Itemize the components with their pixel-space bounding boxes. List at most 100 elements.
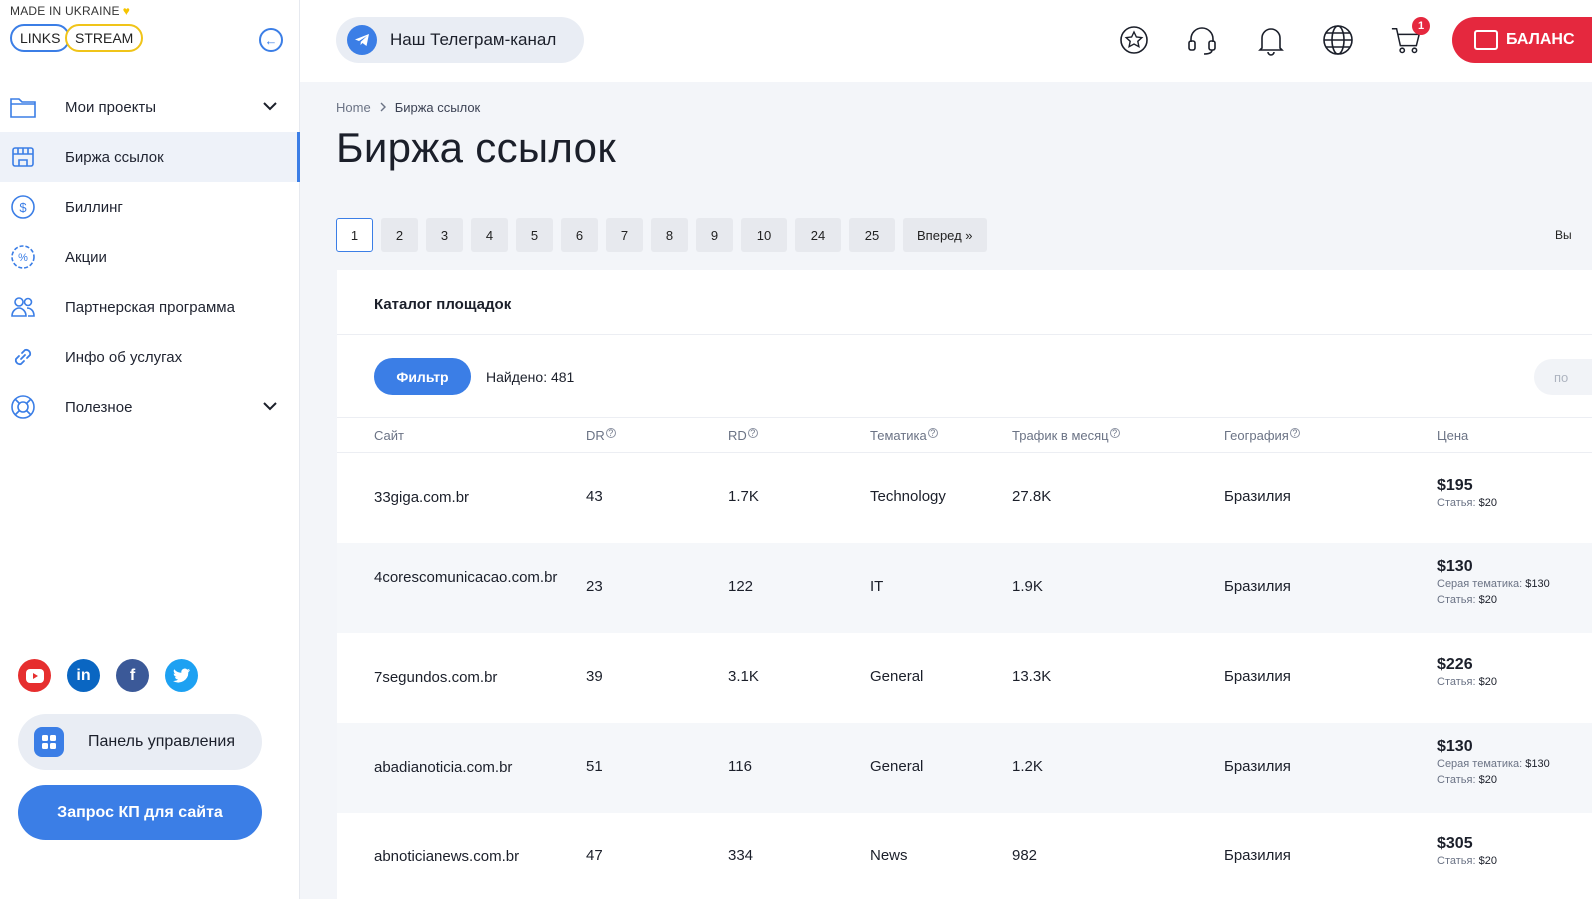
sidebar-item-partners[interactable]: Партнерская программа: [0, 282, 300, 332]
link-icon: [10, 344, 36, 370]
page-button-1[interactable]: 1: [336, 218, 373, 252]
table-row[interactable]: abnoticianews.com.br 47 334 News 982 Бра…: [337, 813, 1592, 899]
chevron-right-icon: [379, 100, 387, 115]
price-note-label: Серая тематика:: [1437, 578, 1523, 590]
column-price[interactable]: Цена: [1437, 428, 1468, 443]
table-row[interactable]: 7segundos.com.br 39 3.1K General 13.3K Б…: [337, 633, 1592, 723]
search-input[interactable]: по: [1534, 359, 1592, 395]
page-button-8[interactable]: 8: [651, 218, 688, 252]
price-block: $130 Серая тематика: $130 Статья: $20: [1437, 738, 1550, 788]
telegram-label: Наш Телеграм-канал: [390, 30, 557, 49]
sidebar-item-label: Полезное: [65, 398, 133, 416]
sidebar-item-link-exchange[interactable]: Биржа ссылок: [0, 132, 300, 182]
column-dr[interactable]: DR?: [586, 428, 616, 443]
next-page-button[interactable]: Вперед »: [903, 218, 987, 252]
facebook-icon[interactable]: f: [116, 659, 149, 692]
chevron-down-icon[interactable]: [262, 98, 278, 116]
help-icon[interactable]: ?: [605, 428, 616, 438]
dollar-icon: $: [10, 194, 36, 220]
table-row[interactable]: abadianoticia.com.br 51 116 General 1.2K…: [337, 723, 1592, 813]
geo-value: Бразилия: [1224, 488, 1291, 505]
control-panel-button[interactable]: Панель управления: [18, 714, 262, 770]
request-quote-button[interactable]: Запрос КП для сайта: [18, 785, 262, 840]
filter-button[interactable]: Фильтр: [374, 358, 471, 395]
bell-icon[interactable]: [1255, 22, 1287, 58]
catalog-title: Каталог площадок: [374, 296, 512, 313]
chevron-down-icon[interactable]: [262, 398, 278, 416]
column-geo-label: География: [1224, 428, 1289, 443]
site-name[interactable]: abadianoticia.com.br: [374, 758, 574, 778]
price-note-label: Статья:: [1437, 497, 1476, 509]
topic-value: IT: [870, 578, 884, 595]
breadcrumb-home[interactable]: Home: [336, 100, 371, 115]
balance-button[interactable]: БАЛАНС: [1452, 17, 1592, 63]
sidebar-item-label: Биржа ссылок: [65, 148, 164, 166]
telegram-channel-button[interactable]: Наш Телеграм-канал: [336, 17, 584, 63]
sidebar-item-services-info[interactable]: Инфо об услугах: [0, 332, 300, 382]
help-icon[interactable]: ?: [747, 428, 758, 438]
sidebar-item-projects[interactable]: Мои проекты: [0, 82, 300, 132]
linkedin-icon[interactable]: in: [67, 659, 100, 692]
column-rd-label: RD: [728, 428, 747, 443]
price-note: Статья: $20: [1437, 853, 1497, 869]
sidebar: MADE IN UKRAINE ♥ LINKS STREAM ← Мои прое…: [0, 0, 300, 899]
price-note-label: Статья:: [1437, 676, 1476, 688]
price-note-value: $20: [1478, 774, 1497, 786]
sidebar-item-label: Партнерская программа: [65, 298, 235, 316]
sidebar-item-useful[interactable]: Полезное: [0, 382, 300, 432]
truncated-control-label[interactable]: Вы: [1555, 228, 1572, 242]
column-geo[interactable]: География?: [1224, 428, 1300, 443]
sidebar-item-billing[interactable]: $ Биллинг: [0, 182, 300, 232]
price-note-value: $20: [1478, 855, 1497, 867]
column-dr-label: DR: [586, 428, 605, 443]
page-button-9[interactable]: 9: [696, 218, 733, 252]
page-button-24[interactable]: 24: [795, 218, 841, 252]
help-icon[interactable]: ?: [927, 428, 938, 438]
site-name[interactable]: abnoticianews.com.br: [374, 847, 574, 867]
page-button-7[interactable]: 7: [606, 218, 643, 252]
headset-icon[interactable]: [1186, 22, 1218, 58]
page-button-2[interactable]: 2: [381, 218, 418, 252]
page-button-3[interactable]: 3: [426, 218, 463, 252]
page-button-4[interactable]: 4: [471, 218, 508, 252]
rd-value: 116: [728, 758, 752, 775]
site-name[interactable]: 7segundos.com.br: [374, 668, 574, 688]
found-label: Найдено:: [486, 369, 548, 385]
sidebar-item-promotions[interactable]: % Акции: [0, 232, 300, 282]
site-name[interactable]: 4corescomunicacao.com.br: [374, 568, 574, 588]
price-value: $130: [1437, 738, 1473, 755]
logo[interactable]: MADE IN UKRAINE ♥ LINKS STREAM: [10, 4, 150, 60]
star-badge-icon[interactable]: [1118, 22, 1150, 58]
dr-value: 47: [586, 847, 603, 864]
price-block: $305 Статья: $20: [1437, 835, 1497, 869]
sidebar-nav: Мои проекты Биржа ссылок $ Биллинг % Акц…: [0, 82, 300, 432]
page-button-10[interactable]: 10: [741, 218, 787, 252]
column-rd[interactable]: RD?: [728, 428, 758, 443]
traffic-value: 13.3K: [1012, 668, 1052, 685]
lifebuoy-icon: [10, 394, 36, 420]
catalog-card: Каталог площадок Фильтр Найдено: 481 по …: [337, 270, 1592, 899]
twitter-icon[interactable]: [165, 659, 198, 692]
social-links: in f: [18, 659, 198, 692]
storefront-icon: [10, 144, 36, 170]
column-traffic[interactable]: Трафик в месяц?: [1012, 428, 1120, 443]
table-row[interactable]: 33giga.com.br 43 1.7K Technology 27.8K Б…: [337, 453, 1592, 543]
page-button-6[interactable]: 6: [561, 218, 598, 252]
globe-icon[interactable]: [1322, 22, 1354, 58]
help-icon[interactable]: ?: [1289, 428, 1300, 438]
table-row[interactable]: 4corescomunicacao.com.br 23 122 IT 1.9K …: [337, 543, 1592, 633]
column-traffic-label: Трафик в месяц: [1012, 428, 1109, 443]
geo-value: Бразилия: [1224, 847, 1291, 864]
site-name[interactable]: 33giga.com.br: [374, 488, 574, 508]
price-note: Статья: $20: [1437, 772, 1550, 788]
collapse-sidebar-icon[interactable]: ←: [259, 28, 283, 52]
price-note-label: Статья:: [1437, 774, 1476, 786]
price-note: Серая тематика: $130: [1437, 576, 1550, 592]
price-note-label: Статья:: [1437, 594, 1476, 606]
help-icon[interactable]: ?: [1109, 428, 1120, 438]
youtube-icon[interactable]: [18, 659, 51, 692]
column-topic[interactable]: Тематика?: [870, 428, 938, 443]
page-button-5[interactable]: 5: [516, 218, 553, 252]
column-site[interactable]: Сайт: [374, 428, 404, 443]
page-button-25[interactable]: 25: [849, 218, 895, 252]
